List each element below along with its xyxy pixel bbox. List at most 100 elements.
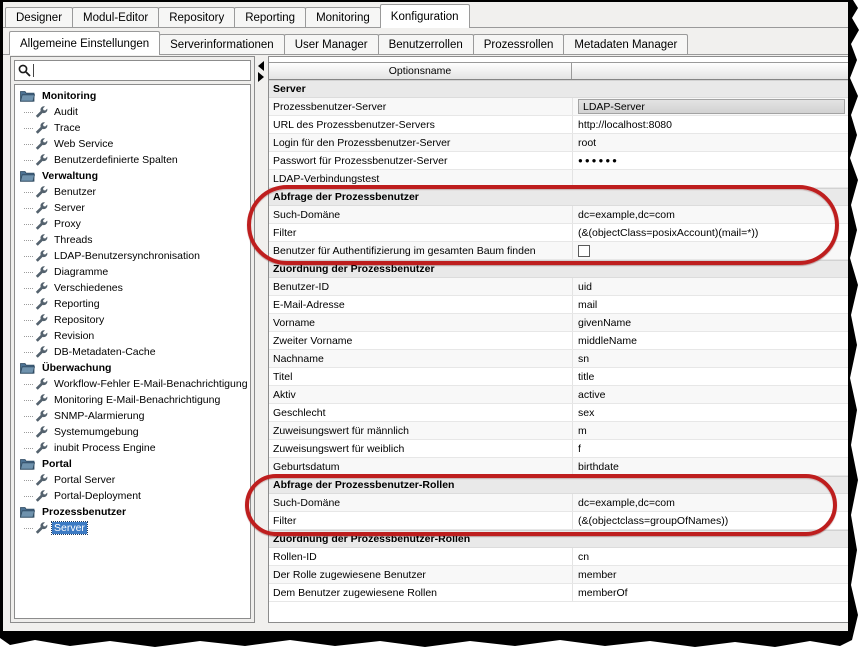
option-row-der-rolle-zugewiesene-benutzer: Der Rolle zugewiesene Benutzermember [269, 566, 848, 584]
main-tab-bar: DesignerModul-EditorRepositoryReportingM… [3, 3, 848, 28]
panel-splitter[interactable] [255, 56, 268, 623]
tree-item-ldap-benutzersynchronisation[interactable]: LDAP-Benutzersynchronisation [15, 248, 250, 264]
tree-item-repository[interactable]: Repository [15, 312, 250, 328]
tree-folder-verwaltung[interactable]: Verwaltung [15, 168, 250, 184]
main-tab-reporting[interactable]: Reporting [234, 7, 306, 27]
option-name: Passwort für Prozessbenutzer-Server [269, 152, 572, 169]
tree-item-db-metadaten-cache[interactable]: DB-Metadaten-Cache [15, 344, 250, 360]
sub-tab-metadaten-manager[interactable]: Metadaten Manager [563, 34, 688, 54]
tree-item-server[interactable]: Server [15, 200, 250, 216]
main-tab-repository[interactable]: Repository [158, 7, 235, 27]
tree-item-inubit-process-engine[interactable]: inubit Process Engine [15, 440, 250, 456]
tree-folder-prozessbenutzer[interactable]: Prozessbenutzer [15, 504, 250, 520]
option-value-cell[interactable] [572, 242, 848, 259]
option-name: Zuordnung der Prozessbenutzer-Rollen [269, 531, 848, 547]
main-tab-monitoring[interactable]: Monitoring [305, 7, 381, 27]
tree-item-label: Repository [52, 314, 106, 326]
option-name: Geschlecht [269, 404, 572, 421]
option-value-cell[interactable]: sex [572, 404, 848, 421]
tree-item-proxy[interactable]: Proxy [15, 216, 250, 232]
tree-item-monitoring-e-mail-benachrichtigung[interactable]: Monitoring E-Mail-Benachrichtigung [15, 392, 250, 408]
option-value-cell[interactable]: ●●●●●● [572, 152, 848, 169]
tree-search-box[interactable] [14, 60, 251, 81]
tree-item-benutzerdefinierte-spalten[interactable]: Benutzerdefinierte Spalten [15, 152, 250, 168]
option-name: Zweiter Vorname [269, 332, 572, 349]
sub-tab-user-manager[interactable]: User Manager [284, 34, 379, 54]
tree-folder-monitoring[interactable]: Monitoring [15, 88, 250, 104]
option-value-cell[interactable]: member [572, 566, 848, 583]
tree-item-label: inubit Process Engine [52, 442, 158, 454]
option-value-cell[interactable] [572, 170, 848, 187]
combo-box[interactable]: LDAP-Server [578, 99, 845, 114]
option-value-cell[interactable]: dc=example,dc=com [572, 206, 848, 223]
option-name: Dem Benutzer zugewiesene Rollen [269, 584, 572, 601]
option-value-cell[interactable]: dc=example,dc=com [572, 494, 848, 511]
option-value-cell[interactable]: uid [572, 278, 848, 295]
column-header-value[interactable] [572, 63, 848, 79]
section-row-zuordnung-der-prozessbenutzer: Zuordnung der Prozessbenutzer [269, 260, 848, 278]
tree-item-benutzer[interactable]: Benutzer [15, 184, 250, 200]
option-value-cell[interactable]: givenName [572, 314, 848, 331]
option-value-cell[interactable]: (&(objectClass=posixAccount)(mail=*)) [572, 224, 848, 241]
main-tab-designer[interactable]: Designer [5, 7, 73, 27]
section-row-abfrage-der-prozessbenutzer-rollen: Abfrage der Prozessbenutzer-Rollen [269, 476, 848, 494]
tree-item-snmp-alarmierung[interactable]: SNMP-Alarmierung [15, 408, 250, 424]
tree-item-trace[interactable]: Trace [15, 120, 250, 136]
wrench-icon [35, 426, 48, 439]
wrench-icon [35, 234, 48, 247]
tree-item-portal-server[interactable]: Portal Server [15, 472, 250, 488]
tree-item-label: Monitoring E-Mail-Benachrichtigung [52, 394, 222, 406]
tree-connector [24, 304, 33, 305]
option-value-cell[interactable]: (&(objectclass=groupOfNames)) [572, 512, 848, 529]
option-value-text: sex [578, 407, 594, 419]
column-header-optionsname[interactable]: Optionsname [269, 63, 572, 79]
option-name: Server [269, 81, 848, 97]
sub-tab-serverinformationen[interactable]: Serverinformationen [159, 34, 285, 54]
search-input[interactable] [34, 63, 247, 78]
option-value-cell[interactable]: active [572, 386, 848, 403]
sub-tab-allgemeine-einstellungen[interactable]: Allgemeine Einstellungen [9, 31, 160, 55]
tree-item-verschiedenes[interactable]: Verschiedenes [15, 280, 250, 296]
tree-connector [24, 288, 33, 289]
settings-tree-panel: Monitoring Audit Trace Web Service Benut… [10, 56, 255, 623]
tree-item-reporting[interactable]: Reporting [15, 296, 250, 312]
tree-item-workflow-fehler-e-mail-benachrichtigung[interactable]: Workflow-Fehler E-Mail-Benachrichtigung [15, 376, 250, 392]
option-value-cell[interactable]: m [572, 422, 848, 439]
collapse-left-icon[interactable] [258, 61, 264, 71]
option-value-cell[interactable]: birthdate [572, 458, 848, 475]
tree-item-web-service[interactable]: Web Service [15, 136, 250, 152]
option-value-cell[interactable]: LDAP-Server [572, 98, 848, 115]
tree-item-audit[interactable]: Audit [15, 104, 250, 120]
option-value-cell[interactable]: sn [572, 350, 848, 367]
option-value-cell[interactable]: memberOf [572, 584, 848, 601]
option-value-cell[interactable]: cn [572, 548, 848, 565]
option-value-cell[interactable]: middleName [572, 332, 848, 349]
option-value-cell[interactable]: root [572, 134, 848, 151]
option-row-passwort-für-prozessbenutzer-server: Passwort für Prozessbenutzer-Server●●●●●… [269, 152, 848, 170]
tree-item-diagramme[interactable]: Diagramme [15, 264, 250, 280]
checkbox-unchecked[interactable] [578, 245, 590, 257]
wrench-icon [35, 474, 48, 487]
tree-folder-überwachung[interactable]: Überwachung [15, 360, 250, 376]
tree-item-revision[interactable]: Revision [15, 328, 250, 344]
option-value-cell[interactable]: title [572, 368, 848, 385]
option-value-cell[interactable]: f [572, 440, 848, 457]
tree-folder-portal[interactable]: Portal [15, 456, 250, 472]
tree-item-server[interactable]: Server [15, 520, 250, 536]
sub-tab-benutzerrollen[interactable]: Benutzerrollen [378, 34, 474, 54]
option-name: Nachname [269, 350, 572, 367]
option-value-cell[interactable]: mail [572, 296, 848, 313]
main-tab-konfiguration[interactable]: Konfiguration [380, 4, 470, 28]
option-row-prozessbenutzer-server: Prozessbenutzer-ServerLDAP-Server [269, 98, 848, 116]
option-value-cell[interactable]: http://localhost:8080 [572, 116, 848, 133]
sub-tab-prozessrollen[interactable]: Prozessrollen [473, 34, 565, 54]
option-value-text: uid [578, 281, 592, 293]
collapse-right-icon[interactable] [258, 72, 264, 82]
tree-item-portal-deployment[interactable]: Portal-Deployment [15, 488, 250, 504]
tree-item-label: Benutzer [52, 186, 98, 198]
tree-item-systemumgebung[interactable]: Systemumgebung [15, 424, 250, 440]
option-value-text: mail [578, 299, 597, 311]
tree-item-threads[interactable]: Threads [15, 232, 250, 248]
main-tab-modul-editor[interactable]: Modul-Editor [72, 7, 159, 27]
option-value-text: (&(objectClass=posixAccount)(mail=*)) [578, 227, 758, 239]
